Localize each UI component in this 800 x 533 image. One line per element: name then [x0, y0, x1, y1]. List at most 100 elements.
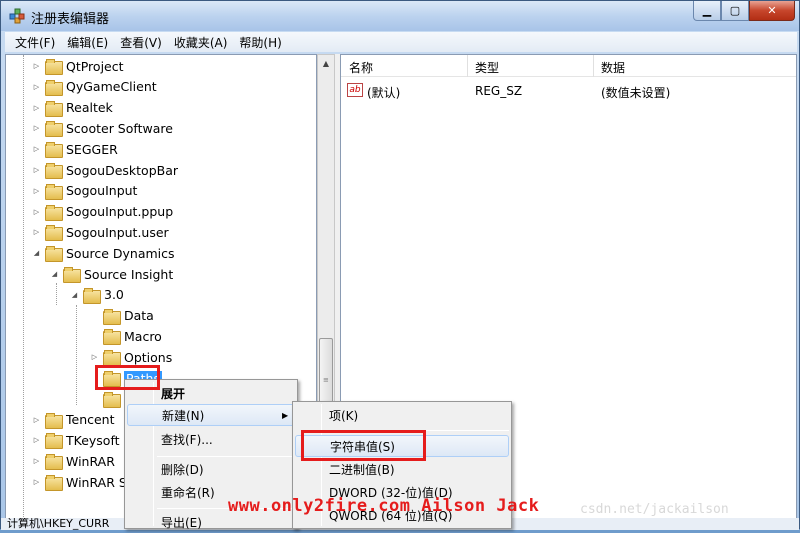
tree-item-label: SogouDesktopBar [66, 162, 179, 178]
menu-bar: 文件(F) 编辑(E) 查看(V) 收藏夹(A) 帮助(H) [5, 32, 797, 52]
tree-item-label: SogouInput [66, 183, 138, 199]
expand-arrow-icon[interactable]: ▷ [32, 186, 41, 195]
tree-item[interactable]: ▷ SogouDesktopBar [32, 160, 178, 180]
tree-item-label: QyGameClient [66, 79, 157, 95]
submenu-key[interactable]: 项(K) [295, 404, 509, 426]
tree-item[interactable]: ◢ Source Dynamics [32, 243, 175, 263]
expand-arrow-icon[interactable]: ▷ [32, 207, 41, 216]
expand-arrow-icon[interactable]: ▷ [32, 478, 41, 487]
tree-connector [90, 394, 99, 403]
tree-item-label: Macro [124, 328, 162, 344]
tree-item-label: Options [124, 349, 173, 365]
tree-item[interactable]: ◢ 3.0 [70, 285, 124, 305]
expand-arrow-icon[interactable]: ▷ [32, 415, 41, 424]
faint-watermark: csdn.net/jackailson [580, 502, 729, 517]
tree-item[interactable]: ▷ Realtek [32, 98, 113, 118]
folder-icon [45, 163, 63, 179]
menu-file[interactable]: 文件(F) [9, 34, 61, 51]
expand-arrow-icon[interactable]: ▷ [90, 353, 99, 362]
tree-item-label: Source Insight [84, 266, 174, 282]
value-data: (数值未设置) [601, 86, 671, 100]
column-name-header[interactable]: 名称 [349, 59, 373, 76]
collapse-arrow-icon[interactable]: ◢ [70, 290, 79, 299]
column-type-header[interactable]: 类型 [475, 59, 499, 76]
folder-icon [45, 433, 63, 450]
expand-arrow-icon[interactable]: ▷ [32, 145, 41, 154]
regedit-app-icon [9, 8, 25, 24]
tree-item[interactable] [90, 389, 124, 409]
tree-item-label: 3.0 [104, 287, 124, 303]
expand-arrow-icon[interactable]: ▷ [32, 103, 41, 112]
tree-item-label: Source Dynamics [66, 245, 175, 261]
value-type: REG_SZ [475, 84, 523, 98]
tree-item[interactable]: ▷ SogouInput [32, 181, 137, 201]
expand-arrow-icon[interactable]: ▷ [32, 82, 41, 91]
tree-item[interactable]: Macro [90, 326, 162, 346]
list-header: 名称 类型 数据 [341, 55, 796, 77]
menu-favorites[interactable]: 收藏夹(A) [168, 34, 234, 51]
tree-item[interactable]: ▷ WinRAR [32, 451, 115, 471]
tree-item[interactable]: ▷ TKeysoft [32, 430, 120, 450]
folder-icon [45, 412, 63, 429]
scroll-up-arrow-icon[interactable]: ▲ [318, 55, 334, 72]
ctx-delete[interactable]: 删除(D) [127, 458, 295, 480]
tree-item-label: SogouInput.ppup [66, 204, 174, 220]
grip-icon: ≡ [323, 376, 329, 384]
folder-icon [45, 59, 63, 75]
folder-icon [45, 204, 63, 221]
tree-item[interactable]: ◢ Source Insight [50, 264, 173, 284]
tree-item[interactable]: ▷ Scooter Software [32, 118, 173, 138]
expand-arrow-icon[interactable]: ▷ [32, 166, 41, 175]
column-data-header[interactable]: 数据 [601, 59, 625, 76]
value-name: (默认) [367, 86, 401, 100]
ctx-new[interactable]: 新建(N) ▶ [127, 404, 295, 426]
menu-edit[interactable]: 编辑(E) [61, 34, 114, 51]
folder-icon [45, 475, 63, 491]
expand-arrow-icon[interactable]: ▷ [32, 124, 41, 133]
tree-connector [90, 311, 99, 320]
folder-icon [45, 79, 63, 96]
folder-icon [103, 391, 121, 408]
tree-item-label: Scooter Software [66, 120, 173, 136]
title-bar[interactable]: 注册表编辑器 ▁ ▢ ✕ [1, 1, 799, 31]
ctx-find[interactable]: 查找(F)... [127, 428, 295, 450]
highlight-paths-box [95, 365, 160, 390]
folder-icon [45, 100, 63, 117]
tree-item[interactable]: ▷ QtProject [32, 56, 124, 76]
close-button[interactable]: ✕ [749, 1, 795, 21]
tree-item[interactable]: ▷ SogouInput.ppup [32, 202, 173, 222]
tree-item[interactable]: ▷ SogouInput.user [32, 222, 169, 242]
tree-item-label: QtProject [66, 58, 124, 74]
folder-icon [103, 350, 121, 367]
tree-connector [90, 332, 99, 341]
window-title: 注册表编辑器 [31, 12, 110, 27]
folder-icon [83, 287, 101, 304]
tree-item[interactable]: ▷ QyGameClient [32, 77, 157, 97]
folder-icon [45, 142, 63, 159]
tree-item-label: Tencent [66, 412, 115, 428]
expand-arrow-icon[interactable]: ▷ [32, 436, 41, 445]
folder-icon [45, 183, 63, 200]
expand-arrow-icon[interactable]: ▷ [32, 228, 41, 237]
expand-arrow-icon[interactable]: ▷ [32, 457, 41, 466]
submenu-binary-value[interactable]: 二进制值(B) [295, 458, 509, 480]
folder-icon [45, 225, 63, 242]
expand-arrow-icon[interactable]: ▷ [32, 62, 41, 71]
folder-icon [103, 308, 121, 325]
collapse-arrow-icon[interactable]: ◢ [50, 270, 59, 279]
tree-item[interactable]: ▷ SEGGER [32, 139, 118, 159]
list-item[interactable]: ab (默认) REG_SZ (数值未设置) [341, 82, 796, 100]
tree-item-label: SEGGER [66, 141, 118, 157]
string-value-icon: ab [347, 83, 363, 97]
menu-view[interactable]: 查看(V) [114, 34, 168, 51]
tree-item[interactable]: ▷ Tencent [32, 410, 115, 430]
collapse-arrow-icon[interactable]: ◢ [32, 249, 41, 258]
tree-item-label: SogouInput.user [66, 224, 169, 240]
menu-help[interactable]: 帮助(H) [233, 34, 287, 51]
tree-item[interactable]: ▷ WinRAR SF [32, 472, 134, 492]
tree-item-label: TKeysoft [66, 432, 120, 448]
tree-item-label: WinRAR [66, 453, 115, 469]
minimize-button[interactable]: ▁ [693, 1, 721, 21]
tree-item[interactable]: Data [90, 306, 154, 326]
maximize-button[interactable]: ▢ [721, 1, 749, 21]
